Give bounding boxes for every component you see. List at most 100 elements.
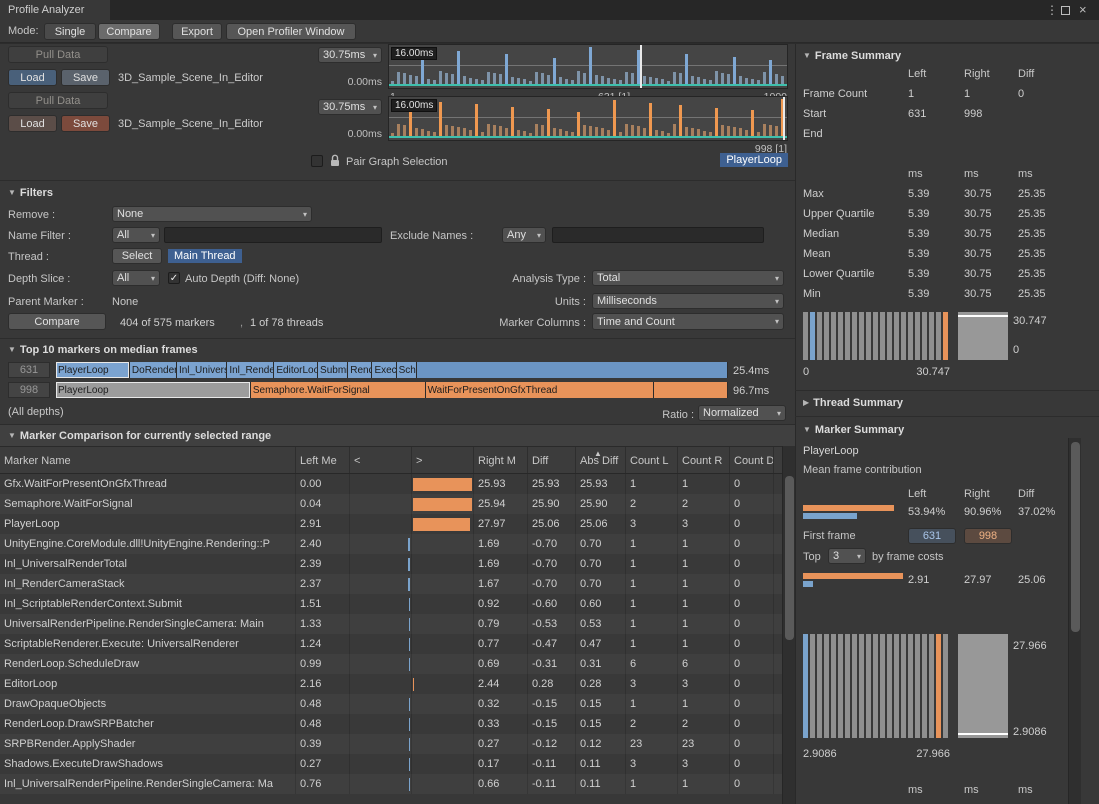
thread-select-button[interactable]: Select (112, 248, 162, 264)
right-panel-scrollbar-thumb[interactable] (1071, 442, 1080, 632)
close-icon[interactable]: × (1079, 2, 1087, 17)
top10-segment[interactable]: Submi (318, 362, 348, 378)
first-frame-left-button[interactable]: 631 (908, 528, 956, 544)
pair-graph-checkbox[interactable] (311, 155, 323, 167)
top10-segment[interactable]: PlayerLoop (56, 362, 130, 378)
frame-summary-header[interactable]: ▼Frame Summary (803, 50, 901, 62)
save-button-left[interactable]: Save (61, 69, 110, 86)
frame-number-box-right[interactable]: 998 (8, 382, 50, 398)
filters-header[interactable]: ▼Filters (8, 187, 53, 199)
top10-segment[interactable]: PlayerLoop (56, 382, 251, 398)
exclude-mode-dropdown[interactable]: Any▾ (502, 227, 546, 243)
column-header[interactable]: Diff (528, 447, 576, 473)
table-row[interactable]: Inl_UniversalRenderTotal2.391.69-0.700.7… (0, 554, 782, 574)
top10-segment[interactable]: EditorLoo (274, 362, 318, 378)
load-button-left[interactable]: Load (8, 69, 57, 86)
column-header[interactable]: < (350, 447, 412, 473)
frame-number-box-left[interactable]: 631 (8, 362, 50, 378)
table-row[interactable]: Inl_UniversalRenderPipeline.RenderSingle… (0, 774, 782, 794)
open-profiler-window-button[interactable]: Open Profiler Window (226, 23, 356, 40)
top10-bar-right[interactable]: PlayerLoopSemaphore.WaitForSignalWaitFor… (56, 382, 728, 398)
top10-segment[interactable] (654, 382, 728, 398)
column-header[interactable]: Count R (678, 447, 730, 473)
depth-slice-dropdown[interactable]: All▾ (112, 270, 160, 286)
comparison-title[interactable]: ▼Marker Comparison for currently selecte… (8, 430, 271, 442)
ratio-dropdown[interactable]: Normalized▾ (698, 405, 786, 421)
top10-segment[interactable]: Inl_Render (227, 362, 274, 378)
top10-header[interactable]: ▼Top 10 markers on median frames (8, 344, 198, 356)
compare-button[interactable]: Compare (8, 313, 106, 330)
auto-depth-checkbox[interactable]: ✓ (168, 272, 180, 284)
top10-segment[interactable]: Inl_Univers (177, 362, 227, 378)
table-scrollbar[interactable] (782, 446, 795, 804)
thread-value-chip[interactable]: Main Thread (168, 249, 242, 263)
graph-range-dropdown-left[interactable]: 30.75ms▾ (318, 47, 382, 63)
histogram-axis-min: 2.9086 (803, 748, 837, 760)
table-row[interactable]: ScriptableRenderer.Execute: UniversalRen… (0, 634, 782, 654)
name-filter-input[interactable] (164, 227, 382, 243)
top10-bar-left[interactable]: PlayerLoopDoRenderlInl_UniversInl_Render… (56, 362, 728, 378)
tab-single[interactable]: Single (44, 23, 96, 40)
selected-marker-chip[interactable]: PlayerLoop (720, 153, 788, 167)
table-row[interactable]: UnityEngine.CoreModule.dll!UnityEngine.R… (0, 534, 782, 554)
table-row[interactable]: Semaphore.WaitForSignal0.0425.9425.9025.… (0, 494, 782, 514)
top10-segment[interactable] (417, 362, 728, 378)
table-row[interactable]: Inl_ScriptableRenderContext.Submit1.510.… (0, 594, 782, 614)
load-button-right[interactable]: Load (8, 115, 57, 132)
top10-segment[interactable]: Sch (397, 362, 417, 378)
export-button[interactable]: Export (172, 23, 222, 40)
marker-columns-dropdown[interactable]: Time and Count▾ (592, 313, 784, 330)
table-row[interactable]: Gfx.WaitForPresentOnGfxThread0.0025.9325… (0, 474, 782, 494)
frame-time-graph-right[interactable]: 16.00ms (388, 96, 788, 141)
kebab-menu-icon[interactable]: ⋮ (1046, 3, 1058, 17)
left-median-cell: 0.00 (296, 474, 350, 494)
table-row[interactable]: UniversalRenderPipeline.RenderSingleCame… (0, 614, 782, 634)
comparison-table-body: Gfx.WaitForPresentOnGfxThread0.0025.9325… (0, 474, 782, 804)
top10-segment[interactable]: Semaphore.WaitForSignal (251, 382, 426, 398)
right-bar-cell (412, 734, 474, 754)
pull-data-button-right[interactable]: Pull Data (8, 92, 108, 109)
table-row[interactable]: EditorLoop2.162.440.280.28330 (0, 674, 782, 694)
column-header[interactable]: Right M (474, 447, 528, 473)
column-header[interactable]: Marker Name (0, 447, 296, 473)
column-header[interactable]: Count L (626, 447, 678, 473)
top10-segment[interactable]: Exec (372, 362, 396, 378)
top10-segment[interactable]: WaitForPresentOnGfxThread (426, 382, 654, 398)
maximize-icon[interactable] (1061, 6, 1070, 15)
analysis-type-dropdown[interactable]: Total▾ (592, 270, 784, 286)
window-tab[interactable]: Profile Analyzer (0, 0, 110, 20)
exclude-names-input[interactable] (552, 227, 764, 243)
table-row[interactable]: Shadows.ExecuteDrawShadows0.270.17-0.110… (0, 754, 782, 774)
graph-range-dropdown-right[interactable]: 30.75ms▾ (318, 99, 382, 115)
column-header[interactable]: Left Me (296, 447, 350, 473)
thread-summary-header[interactable]: ▶Thread Summary (803, 397, 903, 409)
table-row[interactable]: Inl_RenderCameraStack2.371.67-0.700.7011… (0, 574, 782, 594)
name-filter-mode-dropdown[interactable]: All▾ (112, 227, 160, 243)
count-right-cell: 1 (678, 774, 730, 794)
first-frame-right-button[interactable]: 998 (964, 528, 1012, 544)
remove-dropdown[interactable]: None▾ (112, 206, 312, 222)
column-header[interactable]: Count D (730, 447, 774, 473)
table-row[interactable]: RenderLoop.ScheduleDraw0.990.69-0.310.31… (0, 654, 782, 674)
table-row[interactable]: SRPBRender.ApplyShader0.390.27-0.120.122… (0, 734, 782, 754)
right-panel-scrollbar[interactable] (1068, 438, 1081, 804)
lock-icon (330, 154, 340, 167)
top10-segment[interactable]: DoRenderl (130, 362, 177, 378)
table-scrollbar-thumb[interactable] (785, 476, 794, 640)
table-row[interactable]: PlayerLoop2.9127.9725.0625.06330 (0, 514, 782, 534)
column-header[interactable]: > (412, 447, 474, 473)
diff-cell: -0.31 (528, 654, 576, 674)
top10-segment[interactable]: Rend (348, 362, 372, 378)
top-n-dropdown[interactable]: 3▾ (828, 548, 866, 564)
save-button-right[interactable]: Save (61, 115, 110, 132)
pull-data-button-left[interactable]: Pull Data (8, 46, 108, 63)
tab-compare[interactable]: Compare (98, 23, 160, 40)
marker-summary-name: PlayerLoop (803, 445, 859, 457)
right-bar-cell (412, 514, 474, 534)
table-row[interactable]: DrawOpaqueObjects0.480.32-0.150.15110 (0, 694, 782, 714)
frame-time-graph-left[interactable]: 16.00ms (388, 44, 788, 89)
abs-diff-cell: 0.70 (576, 554, 626, 574)
marker-summary-header[interactable]: ▼Marker Summary (803, 424, 904, 436)
units-dropdown[interactable]: Milliseconds▾ (592, 293, 784, 309)
table-row[interactable]: RenderLoop.DrawSRPBatcher0.480.33-0.150.… (0, 714, 782, 734)
